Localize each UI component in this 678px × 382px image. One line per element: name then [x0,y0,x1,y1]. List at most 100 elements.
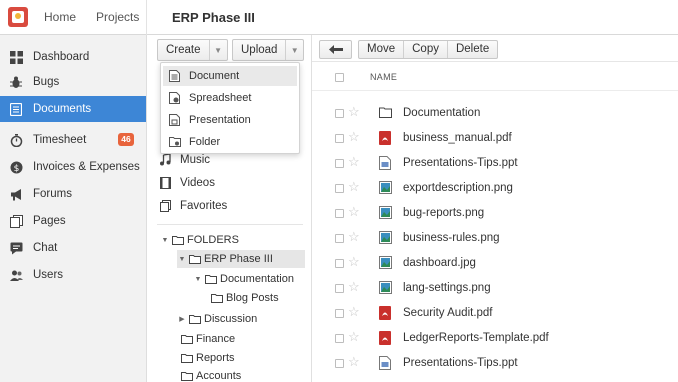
tree-node-discussion[interactable]: ▶ Discussion [177,310,257,328]
file-row[interactable]: ☆ Documentation [312,101,678,126]
file-name[interactable]: dashboard.jpg [403,257,476,269]
star-icon[interactable]: ☆ [348,204,360,220]
row-checkbox[interactable] [335,359,344,368]
sidebar-item-pages[interactable]: Pages [0,208,146,234]
megaphone-icon [9,187,23,201]
chevron-down-icon: ▼ [208,40,227,60]
file-row[interactable]: ☆ business-rules.png [312,226,678,251]
nav-projects-link[interactable]: Projects [96,10,139,24]
star-icon[interactable]: ☆ [348,304,360,320]
upload-button[interactable]: Upload ▼ [232,39,304,61]
image-file-icon [379,256,392,270]
app-logo[interactable] [8,7,28,27]
category-favorites[interactable]: Favorites [159,196,227,216]
sidebar-item-label: Timesheet [33,134,87,146]
category-label: Favorites [180,200,228,212]
documents-icon [9,102,23,116]
file-row[interactable]: ☆ LedgerReports-Template.pdf [312,326,678,351]
file-row[interactable]: ☆ lang-settings.png [312,276,678,301]
tree-root-folders[interactable]: ▼ FOLDERS [160,231,239,249]
row-checkbox[interactable] [335,184,344,193]
tree-node-label: Discussion [204,313,258,325]
menu-item-label: Spreadsheet [189,92,252,104]
nav-home-link[interactable]: Home [44,10,76,24]
tree-expanded-icon[interactable]: ▼ [177,256,187,263]
star-icon[interactable]: ☆ [348,279,360,295]
file-name[interactable]: business_manual.pdf [403,132,512,144]
row-checkbox[interactable] [335,234,344,243]
row-checkbox[interactable] [335,309,344,318]
tree-expanded-icon[interactable]: ▼ [193,276,203,283]
page-title: ERP Phase III [172,10,255,25]
move-button[interactable]: Move [359,41,403,58]
file-row[interactable]: ☆ Security Audit.pdf [312,301,678,326]
file-name[interactable]: business-rules.png [403,232,500,244]
star-icon[interactable]: ☆ [348,154,360,170]
top-bar: Home Projects ERP Phase III [0,0,678,35]
file-name[interactable]: bug-reports.png [403,207,484,219]
star-icon[interactable]: ☆ [348,129,360,145]
file-row[interactable]: ☆ Presentations-Tips.ppt [312,151,678,176]
name-column-header[interactable]: NAME [370,72,397,82]
sidebar-item-timesheet[interactable]: Timesheet 46 [0,127,146,153]
row-checkbox[interactable] [335,259,344,268]
menu-item-document[interactable]: Document [163,66,297,86]
sidebar-item-documents[interactable]: Documents [0,96,146,122]
row-checkbox[interactable] [335,134,344,143]
folder-icon [211,293,223,303]
row-checkbox[interactable] [335,284,344,293]
image-file-icon [379,181,392,195]
file-name[interactable]: LedgerReports-Template.pdf [403,332,549,344]
create-button[interactable]: Create ▼ [157,39,228,61]
row-checkbox[interactable] [335,209,344,218]
row-checkbox[interactable] [335,159,344,168]
sidebar-item-label: Users [33,269,64,281]
back-button[interactable] [319,40,352,59]
menu-item-folder[interactable]: Folder [163,132,297,152]
file-row[interactable]: ☆ dashboard.jpg [312,251,678,276]
row-checkbox[interactable] [335,109,344,118]
sidebar-item-users[interactable]: Users [0,262,146,288]
star-icon[interactable]: ☆ [348,179,360,195]
row-checkbox[interactable] [335,334,344,343]
file-name[interactable]: Security Audit.pdf [403,307,493,319]
star-icon[interactable]: ☆ [348,329,360,345]
sidebar-item-bugs[interactable]: Bugs [0,69,146,95]
tree-node-accounts[interactable]: Accounts [181,367,241,382]
file-name[interactable]: exportdescription.png [403,182,513,194]
sidebar-item-dashboard[interactable]: Dashboard [0,44,146,70]
delete-button[interactable]: Delete [446,41,497,58]
tree-node-reports[interactable]: Reports [181,349,235,367]
star-icon[interactable]: ☆ [348,254,360,270]
star-icon[interactable]: ☆ [348,354,360,370]
star-icon[interactable]: ☆ [348,229,360,245]
file-name[interactable]: lang-settings.png [403,282,491,294]
sidebar-item-forums[interactable]: Forums [0,181,146,207]
file-row[interactable]: ☆ business_manual.pdf [312,126,678,151]
bug-icon [9,75,23,89]
file-name[interactable]: Documentation [403,107,480,119]
file-row[interactable]: ☆ bug-reports.png [312,201,678,226]
tree-node-finance[interactable]: Finance [181,330,235,348]
tree-collapsed-icon[interactable]: ▶ [177,315,187,323]
star-icon[interactable]: ☆ [348,104,360,120]
folder-icon [181,334,193,344]
tree-node-documentation[interactable]: ▼ Documentation [193,270,294,288]
file-row[interactable]: ☆ exportdescription.png [312,176,678,201]
copy-button[interactable]: Copy [403,41,447,58]
top-nav: Home Projects [44,10,139,24]
sidebar-item-invoices[interactable]: $ Invoices & Expenses [0,154,146,180]
folder-icon [189,254,201,264]
menu-item-spreadsheet[interactable]: Spreadsheet [163,88,297,108]
select-all-checkbox[interactable] [335,73,344,82]
file-row[interactable]: ☆ Presentations-Tips.ppt [312,351,678,376]
menu-item-presentation[interactable]: Presentation [163,110,297,130]
tree-expanded-icon[interactable]: ▼ [160,237,170,244]
tree-node-blog-posts[interactable]: Blog Posts [211,289,279,307]
category-videos[interactable]: Videos [159,173,215,193]
file-name[interactable]: Presentations-Tips.ppt [403,357,518,369]
file-name[interactable]: Presentations-Tips.ppt [403,157,518,169]
tree-node-erp-phase-iii[interactable]: ▼ ERP Phase III [177,250,305,268]
sidebar-item-chat[interactable]: Chat [0,235,146,261]
menu-item-label: Presentation [189,114,251,126]
